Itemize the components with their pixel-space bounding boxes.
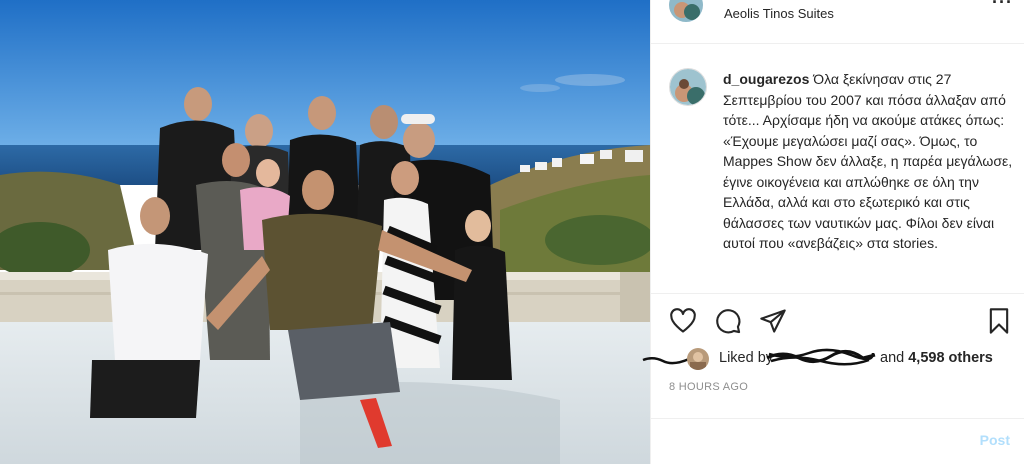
- group-photo-image: [0, 0, 650, 464]
- post-photo[interactable]: [0, 0, 650, 464]
- paper-plane-icon[interactable]: [759, 307, 787, 335]
- section-divider: [651, 293, 1024, 294]
- author-avatar[interactable]: [669, 0, 703, 22]
- add-comment-bar: Post: [651, 418, 1024, 464]
- caption-text: d_ougarezos Όλα ξεκίνησαν στις 27 Σεπτεμ…: [723, 69, 1013, 254]
- likes-others[interactable]: and 4,598 others: [880, 350, 993, 366]
- caption-comment: d_ougarezos Όλα ξεκίνησαν στις 27 Σεπτεμ…: [651, 60, 1024, 290]
- comment-bubble-icon[interactable]: [714, 307, 742, 335]
- likes-summary: Liked by and 4,598 others: [669, 348, 1019, 370]
- others-count[interactable]: 4,598 others: [908, 350, 993, 366]
- caption-username[interactable]: d_ougarezos: [723, 71, 809, 87]
- post-location[interactable]: Aeolis Tinos Suites: [724, 6, 834, 21]
- caption-avatar[interactable]: [669, 68, 707, 106]
- caption-body: Όλα ξεκίνησαν στις 27 Σεπτεμβρίου του 20…: [723, 71, 1013, 251]
- heart-icon[interactable]: [669, 307, 697, 335]
- redacted-username: [766, 348, 876, 366]
- post-header: Aeolis Tinos Suites ···: [651, 0, 1024, 44]
- post-side-panel: Aeolis Tinos Suites ··· d_ougarezos Όλα …: [642, 0, 1024, 464]
- bookmark-icon[interactable]: [985, 307, 1013, 335]
- post-comment-button[interactable]: Post: [980, 432, 1010, 448]
- more-horizontal-icon[interactable]: ···: [992, 0, 1013, 13]
- and-label: and: [880, 350, 905, 366]
- post-timestamp[interactable]: 8 HOURS AGO: [669, 381, 748, 393]
- post-actions: [651, 300, 1024, 340]
- liker-avatar[interactable]: [687, 348, 709, 370]
